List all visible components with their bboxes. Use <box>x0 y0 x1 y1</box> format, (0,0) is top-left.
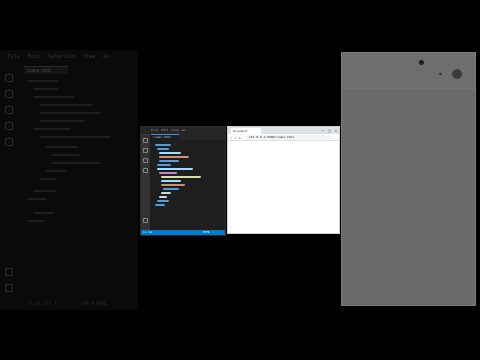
search-icon[interactable] <box>5 90 13 98</box>
browser-tab-strip: Document – □ × <box>228 127 339 134</box>
device-preview-header: • <box>342 53 475 89</box>
code-line <box>157 168 193 170</box>
address-bar-url: 127.0.0.1:5500/index.html <box>249 135 295 139</box>
debug-icon[interactable] <box>143 168 148 173</box>
menu-file[interactable]: File <box>151 127 158 134</box>
menu-view[interactable]: View <box>171 127 178 134</box>
tab-index-html[interactable]: index.html <box>151 134 179 140</box>
code-line <box>157 200 169 202</box>
code-editor-status-bar: Ln 14 HTML <box>141 230 225 235</box>
code-line <box>28 80 58 82</box>
debug-icon[interactable] <box>5 122 13 130</box>
status-left[interactable]: Ln 14 <box>143 230 152 235</box>
avatar[interactable] <box>452 69 462 79</box>
code-line <box>40 136 110 138</box>
code-editor-window: File Edit View Go index.html Ln 14 HTML <box>140 126 226 236</box>
microphone-icon[interactable]: • <box>438 71 443 79</box>
code-line <box>161 176 201 178</box>
device-preview-panel: • <box>341 52 476 306</box>
reload-icon[interactable]: ↻ <box>239 134 241 141</box>
code-line <box>157 164 171 166</box>
code-line <box>159 172 177 174</box>
explorer-icon[interactable] <box>5 74 13 82</box>
browser-page-content[interactable] <box>228 142 339 233</box>
code-line <box>34 88 58 90</box>
source-control-icon[interactable] <box>5 106 13 114</box>
browser-toolbar: ‹ › ↻ 127.0.0.1:5500/index.html <box>228 134 339 141</box>
code-line <box>157 148 169 150</box>
background-tab-label: index.html <box>27 68 52 73</box>
background-status-left[interactable]: Ln 14, Col 5 <box>28 301 57 306</box>
code-line <box>34 212 54 214</box>
code-editor-menubar: File Edit View Go <box>141 127 225 134</box>
background-status-right[interactable]: UTF-8 HTML <box>82 301 106 306</box>
settings-gear-icon[interactable] <box>143 218 148 223</box>
code-line <box>155 204 165 206</box>
menu-edit[interactable]: Edit <box>161 127 168 134</box>
menu-file[interactable]: File <box>8 52 20 62</box>
account-icon[interactable] <box>5 268 13 276</box>
forward-icon[interactable]: › <box>234 134 236 141</box>
menu-go[interactable]: Go <box>103 52 109 62</box>
minimize-icon[interactable]: – <box>322 127 324 134</box>
code-line <box>34 96 74 98</box>
code-line <box>159 156 189 158</box>
window-controls: – □ × <box>322 127 337 134</box>
code-line <box>40 112 100 114</box>
background-activity-bar <box>0 62 18 310</box>
code-line <box>40 120 84 122</box>
background-status-bar: Ln 14, Col 5 UTF-8 HTML <box>0 300 138 308</box>
code-editor-activity-bar <box>141 134 150 230</box>
menu-view[interactable]: View <box>83 52 95 62</box>
extensions-icon[interactable] <box>5 138 13 146</box>
code-line <box>46 146 78 148</box>
explorer-icon[interactable] <box>143 138 148 143</box>
background-menubar: File Edit Selection View Go <box>0 52 138 62</box>
tab-label: index.html <box>153 135 172 139</box>
code-editor-content[interactable] <box>151 142 225 228</box>
code-line <box>161 184 185 186</box>
status-right[interactable]: HTML <box>203 230 210 235</box>
back-icon[interactable]: ‹ <box>230 134 232 141</box>
code-line <box>159 152 181 154</box>
code-line <box>46 170 66 172</box>
camera-dot-icon <box>419 60 424 65</box>
menu-edit[interactable]: Edit <box>28 52 40 62</box>
browser-nav: ‹ › ↻ <box>230 134 241 141</box>
menu-selection[interactable]: Selection <box>48 52 75 62</box>
background-editor-tab[interactable]: index.html <box>24 66 68 74</box>
code-line <box>52 162 100 164</box>
code-line <box>28 220 44 222</box>
maximize-icon[interactable]: □ <box>328 127 330 134</box>
device-preview-body[interactable] <box>342 90 475 305</box>
code-line <box>163 188 179 190</box>
code-line <box>28 198 46 200</box>
code-line <box>159 160 179 162</box>
code-line <box>40 178 56 180</box>
code-line <box>52 154 80 156</box>
settings-gear-icon[interactable] <box>5 284 13 292</box>
code-editor-tabs: index.html <box>151 134 225 140</box>
code-line <box>159 196 167 198</box>
background-editor-window <box>0 50 138 310</box>
code-line <box>40 104 92 106</box>
code-line <box>161 192 171 194</box>
search-icon[interactable] <box>143 148 148 153</box>
address-bar[interactable]: 127.0.0.1:5500/index.html <box>246 135 332 140</box>
close-icon[interactable]: × <box>335 127 337 134</box>
source-control-icon[interactable] <box>143 158 148 163</box>
code-line <box>34 128 70 130</box>
code-line <box>161 180 181 182</box>
browser-window: Document – □ × ‹ › ↻ 127.0.0.1:5500/inde… <box>227 126 340 234</box>
code-line <box>34 190 56 192</box>
code-line <box>155 144 171 146</box>
menu-go[interactable]: Go <box>182 127 186 134</box>
